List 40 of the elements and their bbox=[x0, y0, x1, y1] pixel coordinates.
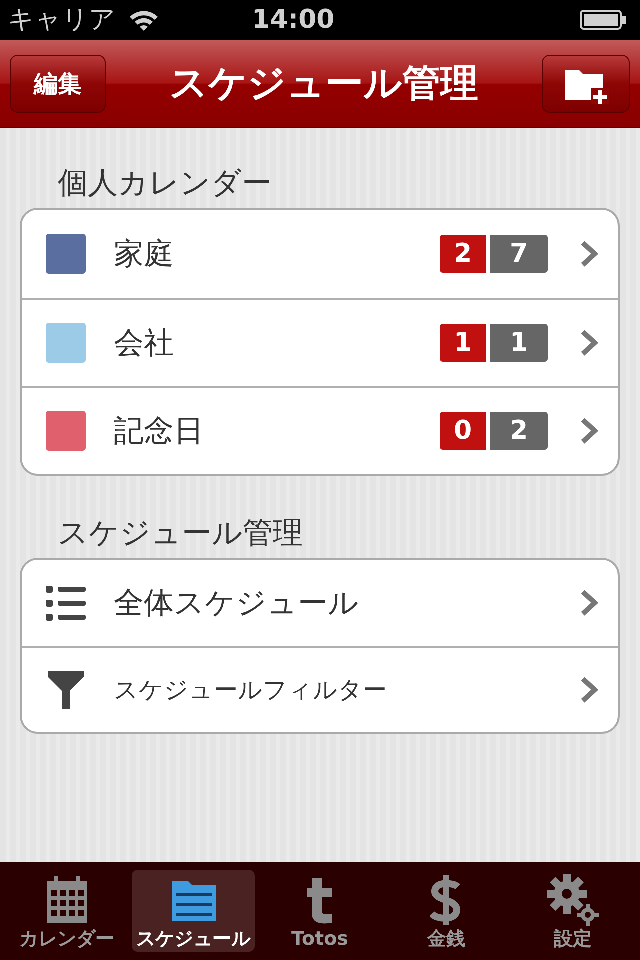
chevron-icon bbox=[580, 330, 598, 356]
schedule-label: スケジュールフィルター bbox=[114, 675, 388, 706]
count-badge: 2 bbox=[490, 412, 548, 450]
carrier-label: キャリア bbox=[8, 4, 116, 36]
calendar-row[interactable]: 家庭 2 7 bbox=[22, 210, 618, 298]
calendar-name: 会社 bbox=[114, 324, 175, 362]
calendar-icon bbox=[45, 876, 90, 924]
schedule-row[interactable]: スケジュールフィルター bbox=[22, 646, 618, 732]
gear-icon bbox=[546, 874, 599, 926]
count-badge: 1 bbox=[490, 324, 548, 362]
count-badge: 7 bbox=[490, 235, 548, 273]
battery-icon bbox=[580, 9, 628, 31]
calendar-name: 記念日 bbox=[114, 412, 205, 450]
tab[interactable]: カレンダー bbox=[6, 870, 128, 952]
chevron-icon bbox=[580, 418, 598, 444]
section-header: 個人カレンダー bbox=[57, 165, 273, 203]
chevron-icon bbox=[580, 590, 598, 616]
count-badge: 0 bbox=[440, 412, 486, 450]
calendar-row[interactable]: 会社 1 1 bbox=[22, 298, 618, 386]
count-badge: 2 bbox=[440, 235, 486, 273]
schedule-label: 全体スケジュール bbox=[114, 584, 360, 622]
schedule-row[interactable]: 全体スケジュール bbox=[22, 560, 618, 646]
screen-title: スケジュール管理 bbox=[168, 60, 480, 107]
section-header: スケジュール管理 bbox=[57, 515, 304, 553]
dollar-icon bbox=[430, 875, 462, 925]
calendar-name: 家庭 bbox=[114, 236, 175, 274]
tab[interactable]: スケジュール bbox=[132, 870, 255, 952]
tab[interactable]: Totos bbox=[258, 870, 382, 952]
tab[interactable]: 設定 bbox=[512, 870, 634, 952]
tab[interactable]: 金銭 bbox=[385, 870, 508, 952]
clock-label: 14:00 bbox=[252, 4, 335, 36]
calendar-row[interactable]: 記念日 0 2 bbox=[22, 386, 618, 474]
letter-t-icon bbox=[306, 876, 334, 924]
chevron-icon bbox=[580, 677, 598, 703]
list-icon bbox=[46, 584, 86, 622]
add-folder-button[interactable] bbox=[542, 54, 630, 112]
chevron-icon bbox=[580, 241, 598, 267]
count-badge: 1 bbox=[440, 324, 486, 362]
edit-button[interactable]: 編集 bbox=[10, 54, 106, 112]
filter-icon bbox=[46, 669, 86, 711]
